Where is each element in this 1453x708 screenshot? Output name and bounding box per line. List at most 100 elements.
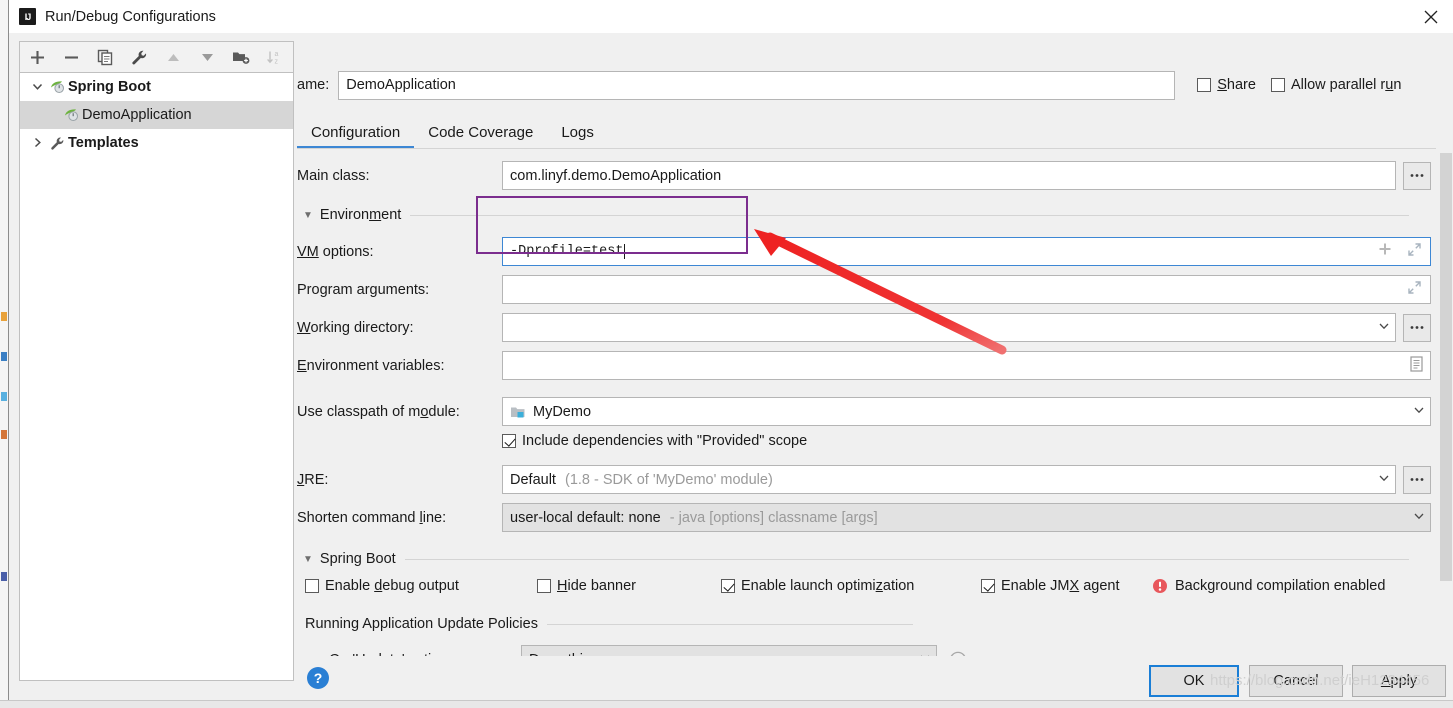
tree-node-templates[interactable]: Templates <box>20 129 293 157</box>
form-scrollbar-thumb[interactable] <box>1440 153 1452 581</box>
jre-combo[interactable]: Default (1.8 - SDK of 'MyDemo' module) <box>502 465 1396 494</box>
configurations-tree[interactable]: Spring Boot DemoApplication Templates <box>19 72 294 681</box>
working-directory-browse-button[interactable] <box>1403 313 1431 342</box>
classpath-module-combo[interactable]: MyDemo <box>502 397 1431 426</box>
chevron-down-icon[interactable] <box>1377 319 1391 337</box>
dialog-body: a z Spring Boot DemoApplication Template… <box>9 33 1453 708</box>
spring-boot-section-header[interactable]: ▼ Spring Boot <box>303 551 1429 567</box>
working-directory-combo[interactable] <box>502 313 1396 342</box>
classpath-module-row: Use classpath of module: MyDemo <box>297 397 1431 426</box>
caret-down-icon[interactable]: ▼ <box>303 554 313 565</box>
shorten-command-line-value-wrap: user-local default: none - java [options… <box>510 510 1412 526</box>
background-ide-sliver <box>0 0 9 708</box>
tree-node-demoapplication[interactable]: DemoApplication <box>20 101 293 129</box>
vm-options-label: VM options: <box>297 243 374 260</box>
vm-options-row: VM options: -Dprofile=test <box>297 237 1431 266</box>
move-up-button[interactable] <box>156 42 190 72</box>
svg-text:z: z <box>275 58 279 65</box>
expand-diagonal-icon[interactable] <box>1407 242 1422 262</box>
cancel-button[interactable]: Cancel <box>1249 665 1343 697</box>
chevron-down-icon[interactable] <box>26 80 48 95</box>
environment-variables-input[interactable] <box>502 351 1431 380</box>
document-list-icon[interactable] <box>1409 355 1424 376</box>
update-policies-section-title: Running Application Update Policies <box>305 616 538 632</box>
shorten-command-line-row: Shorten command line: user-local default… <box>297 503 1431 532</box>
intellij-idea-icon: IJ <box>19 8 36 25</box>
dialog-title: Run/Debug Configurations <box>45 8 216 25</box>
bg-fleck <box>1 312 7 321</box>
enable-debug-output-checkbox[interactable]: Enable debug output <box>305 578 459 594</box>
ok-button[interactable]: OK <box>1149 665 1239 697</box>
hide-banner-label: Hide banner <box>557 578 637 594</box>
checkbox-box <box>502 434 516 448</box>
tab-configuration[interactable]: Configuration <box>297 115 415 149</box>
share-options-group: Share Allow parallel run <box>1197 77 1401 93</box>
vm-options-input[interactable]: -Dprofile=test <box>502 237 1431 266</box>
on-update-action-row: On 'Update' action: Do nothing ? <box>329 645 967 656</box>
form-scrollbar[interactable] <box>1439 151 1453 656</box>
configuration-tabs: Configuration Code Coverage Logs <box>297 113 1453 149</box>
screenshot-bottom-strip <box>0 700 1453 708</box>
configuration-form: Main class: ▼ Environment VM options: <box>297 151 1453 656</box>
hide-banner-checkbox[interactable]: Hide banner <box>537 578 636 594</box>
move-down-button[interactable] <box>190 42 224 72</box>
close-icon[interactable] <box>1408 0 1453 33</box>
allow-parallel-run-checkbox[interactable]: Allow parallel run <box>1270 77 1401 93</box>
bg-fleck <box>1 572 7 581</box>
jre-browse-button[interactable] <box>1403 465 1431 494</box>
expand-diagonal-icon[interactable] <box>1407 280 1422 299</box>
shorten-command-line-combo[interactable]: user-local default: none - java [options… <box>502 503 1431 532</box>
shorten-command-line-value: user-local default: none <box>510 509 661 526</box>
enable-launch-optimization-label: Enable launch optimization <box>741 578 915 594</box>
program-arguments-row: Program arguments: <box>297 275 1431 304</box>
tab-code-coverage[interactable]: Code Coverage <box>414 115 547 149</box>
copy-configuration-button[interactable] <box>88 42 122 72</box>
classpath-module-value: MyDemo <box>533 403 592 420</box>
working-directory-row: Working directory: <box>297 313 1431 342</box>
remove-configuration-button[interactable] <box>54 42 88 72</box>
spring-boot-icon <box>62 108 81 122</box>
configuration-name-input[interactable] <box>338 70 1176 100</box>
enable-launch-optimization-checkbox[interactable]: Enable launch optimization <box>721 578 914 594</box>
error-circle-icon <box>1152 578 1168 594</box>
module-icon <box>510 405 526 419</box>
section-divider <box>404 558 1409 560</box>
environment-section-header[interactable]: ▼ Environment <box>303 207 1429 223</box>
tab-logs[interactable]: Logs <box>547 115 608 149</box>
environment-variables-row: Environment variables: <box>297 351 1431 380</box>
main-class-browse-button[interactable] <box>1403 161 1431 190</box>
new-folder-button[interactable] <box>224 42 258 72</box>
include-provided-scope-checkbox[interactable]: Include dependencies with "Provided" sco… <box>502 433 807 449</box>
add-configuration-button[interactable] <box>20 42 54 72</box>
configurations-toolbar: a z <box>19 41 294 73</box>
jre-value-wrap: Default (1.8 - SDK of 'MyDemo' module) <box>510 472 1377 488</box>
name-row: ame: Share Allow parallel run <box>297 69 1453 101</box>
chevron-down-icon[interactable] <box>1377 471 1391 489</box>
chevron-down-icon[interactable] <box>1412 509 1426 527</box>
add-macro-icon[interactable] <box>1378 242 1392 261</box>
tree-node-spring-boot[interactable]: Spring Boot <box>20 73 293 101</box>
help-icon[interactable]: ? <box>307 667 329 689</box>
checkbox-box <box>305 579 319 593</box>
program-arguments-input[interactable] <box>502 275 1431 304</box>
spring-boot-section-title: Spring Boot <box>319 551 396 567</box>
share-checkbox[interactable]: Share <box>1197 77 1256 93</box>
apply-button[interactable]: Apply <box>1352 665 1446 697</box>
configuration-content-pane: ame: Share Allow parallel run Configurat… <box>297 33 1453 708</box>
enable-jmx-agent-checkbox[interactable]: Enable JMX agent <box>981 578 1120 594</box>
classpath-module-label: Use classpath of module: <box>297 403 460 420</box>
edit-templates-button[interactable] <box>122 42 156 72</box>
enable-jmx-agent-label: Enable JMX agent <box>1001 578 1120 594</box>
share-label: Share <box>1217 77 1256 93</box>
sort-alphabetically-button[interactable]: a z <box>258 42 292 72</box>
caret-down-icon[interactable]: ▼ <box>303 210 313 221</box>
chevron-down-icon[interactable] <box>1412 403 1426 421</box>
main-class-input[interactable] <box>502 161 1396 190</box>
svg-text:a: a <box>275 51 279 58</box>
chevron-right-icon[interactable] <box>26 136 48 151</box>
main-class-row: Main class: <box>297 161 1431 190</box>
tree-node-label: Spring Boot <box>68 79 151 95</box>
jre-value: Default <box>510 471 556 488</box>
on-update-action-combo[interactable]: Do nothing <box>521 645 937 656</box>
update-policies-section-header: Running Application Update Policies <box>305 616 933 632</box>
